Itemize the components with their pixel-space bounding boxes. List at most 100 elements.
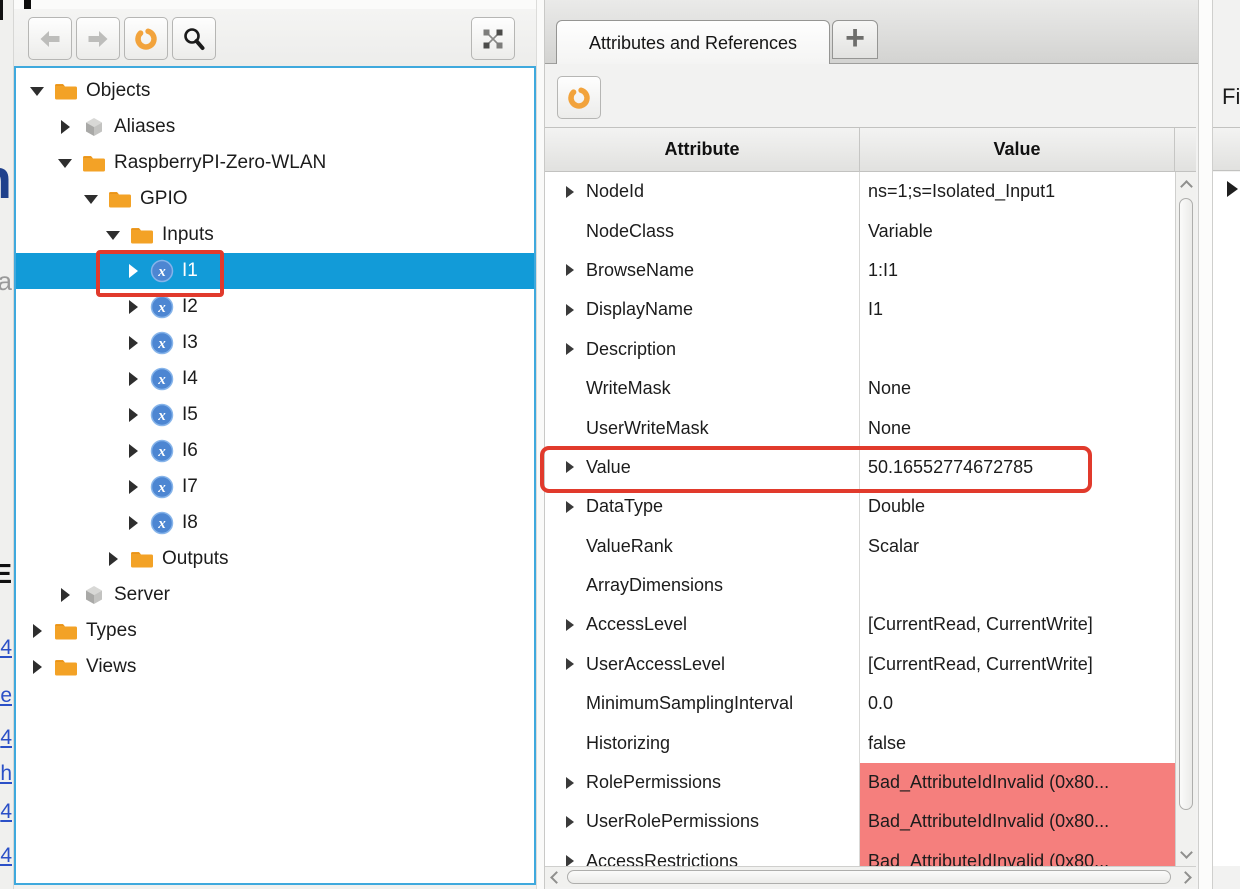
attribute-value-cell[interactable]: None (860, 408, 1175, 447)
tree-item-i8[interactable]: xI8 (16, 505, 534, 541)
expander-icon[interactable] (561, 498, 579, 516)
expander-icon[interactable] (82, 190, 100, 208)
attribute-name-cell[interactable]: Description (545, 330, 860, 369)
attribute-row-historizing[interactable]: Historizingfalse (545, 723, 1196, 762)
attribute-row-userwritemask[interactable]: UserWriteMaskNone (545, 408, 1196, 447)
scroll-right-icon[interactable] (1179, 871, 1192, 884)
attribute-row-accesslevel[interactable]: AccessLevel[CurrentRead, CurrentWrite] (545, 605, 1196, 644)
graph-view-button[interactable] (471, 17, 515, 60)
tree-item-gpio[interactable]: GPIO (16, 181, 534, 217)
tree-item-outputs[interactable]: Outputs (16, 541, 534, 577)
attribute-name-cell[interactable]: DataType (545, 487, 860, 526)
tree-item-server[interactable]: Server (16, 577, 534, 613)
attribute-value-cell[interactable]: [CurrentRead, CurrentWrite] (860, 645, 1175, 684)
tree-item-i7[interactable]: xI7 (16, 469, 534, 505)
expander-icon[interactable] (124, 298, 142, 316)
expander-icon[interactable] (561, 852, 579, 866)
attribute-row-browsename[interactable]: BrowseName1:I1 (545, 251, 1196, 290)
attribute-row-valuerank[interactable]: ValueRankScalar (545, 527, 1196, 566)
attribute-row-displayname[interactable]: DisplayNameI1 (545, 290, 1196, 329)
expander-icon[interactable] (124, 370, 142, 388)
attribute-value-cell[interactable]: I1 (860, 290, 1175, 329)
expander-icon[interactable] (28, 658, 46, 676)
attribute-value-cell[interactable]: 1:I1 (860, 251, 1175, 290)
scroll-down-icon[interactable] (1180, 846, 1193, 859)
expander-icon[interactable] (561, 340, 579, 358)
attribute-value-cell[interactable]: [CurrentRead, CurrentWrite] (860, 605, 1175, 644)
attribute-value-cell[interactable] (860, 330, 1175, 369)
attribute-row-nodeclass[interactable]: NodeClassVariable (545, 211, 1196, 250)
attribute-value-cell[interactable]: Bad_AttributeIdInvalid (0x80... (860, 842, 1175, 866)
attribute-value-cell[interactable]: ns=1;s=Isolated_Input1 (860, 172, 1175, 211)
attribute-name-cell[interactable]: AccessLevel (545, 605, 860, 644)
refresh-attributes-button[interactable] (557, 76, 601, 119)
tree-item-views[interactable]: Views (16, 649, 534, 685)
scroll-left-icon[interactable] (550, 871, 563, 884)
expander-icon[interactable] (561, 616, 579, 634)
expander-icon[interactable] (124, 478, 142, 496)
attribute-name-cell[interactable]: Historizing (545, 723, 860, 762)
tree-item-i3[interactable]: xI3 (16, 325, 534, 361)
expander-icon[interactable] (561, 261, 579, 279)
panel-splitter[interactable] (1198, 0, 1213, 889)
expander-icon[interactable] (1227, 181, 1238, 197)
attribute-value-cell[interactable] (860, 566, 1175, 605)
attribute-value-cell[interactable]: 50.16552774672785 (860, 448, 1175, 487)
search-button[interactable] (172, 17, 216, 60)
add-tab-button[interactable]: + (832, 20, 878, 59)
attribute-value-cell[interactable]: Double (860, 487, 1175, 526)
expander-icon[interactable] (561, 813, 579, 831)
horizontal-scrollbar[interactable] (545, 866, 1196, 887)
attribute-row-rolepermissions[interactable]: RolePermissionsBad_AttributeIdInvalid (0… (545, 763, 1196, 802)
attribute-value-cell[interactable]: 0.0 (860, 684, 1175, 723)
attribute-name-cell[interactable]: UserRolePermissions (545, 802, 860, 841)
attribute-row-writemask[interactable]: WriteMaskNone (545, 369, 1196, 408)
attribute-row-userrolepermissions[interactable]: UserRolePermissionsBad_AttributeIdInvali… (545, 802, 1196, 841)
attribute-name-cell[interactable]: NodeId (545, 172, 860, 211)
attribute-name-cell[interactable]: AccessRestrictions (545, 842, 860, 866)
scroll-up-icon[interactable] (1180, 180, 1193, 193)
column-header-value[interactable]: Value (860, 128, 1175, 172)
attribute-name-cell[interactable]: Value (545, 448, 860, 487)
vertical-scrollbar-thumb[interactable] (1179, 198, 1193, 810)
expander-icon[interactable] (56, 118, 74, 136)
expander-icon[interactable] (561, 183, 579, 201)
back-button[interactable] (28, 17, 72, 60)
expander-icon[interactable] (124, 406, 142, 424)
tree-item-i2[interactable]: xI2 (16, 289, 534, 325)
expander-icon[interactable] (28, 82, 46, 100)
expander-icon[interactable] (104, 226, 122, 244)
tree-item-types[interactable]: Types (16, 613, 534, 649)
attribute-value-cell[interactable]: Bad_AttributeIdInvalid (0x80... (860, 802, 1175, 841)
attribute-name-cell[interactable]: ArrayDimensions (545, 566, 860, 605)
expander-icon[interactable] (28, 622, 46, 640)
refresh-button[interactable] (124, 17, 168, 60)
expander-icon[interactable] (124, 334, 142, 352)
attribute-value-cell[interactable]: Scalar (860, 527, 1175, 566)
expander-icon[interactable] (104, 550, 122, 568)
expander-icon[interactable] (124, 262, 142, 280)
attribute-value-cell[interactable]: Variable (860, 211, 1175, 250)
vertical-scrollbar[interactable] (1175, 172, 1196, 866)
attribute-name-cell[interactable]: UserWriteMask (545, 408, 860, 447)
column-header-attribute[interactable]: Attribute (545, 128, 860, 172)
tree-item-aliases[interactable]: Aliases (16, 109, 534, 145)
attribute-name-cell[interactable]: BrowseName (545, 251, 860, 290)
attribute-row-description[interactable]: Description (545, 330, 1196, 369)
tree-item-i1[interactable]: xI1 (16, 253, 534, 289)
expander-icon[interactable] (561, 458, 579, 476)
attribute-row-useraccesslevel[interactable]: UserAccessLevel[CurrentRead, CurrentWrit… (545, 645, 1196, 684)
attribute-name-cell[interactable]: DisplayName (545, 290, 860, 329)
tree-item-inputs[interactable]: Inputs (16, 217, 534, 253)
expander-icon[interactable] (561, 301, 579, 319)
expander-icon[interactable] (561, 655, 579, 673)
tree-item-i5[interactable]: xI5 (16, 397, 534, 433)
attribute-row-minimumsamplinginterval[interactable]: MinimumSamplingInterval0.0 (545, 684, 1196, 723)
tab-attributes-and-references[interactable]: Attributes and References (556, 20, 830, 65)
forward-button[interactable] (76, 17, 120, 60)
expander-icon[interactable] (124, 514, 142, 532)
attribute-name-cell[interactable]: ValueRank (545, 527, 860, 566)
attribute-name-cell[interactable]: MinimumSamplingInterval (545, 684, 860, 723)
attribute-row-arraydimensions[interactable]: ArrayDimensions (545, 566, 1196, 605)
attribute-row-datatype[interactable]: DataTypeDouble (545, 487, 1196, 526)
